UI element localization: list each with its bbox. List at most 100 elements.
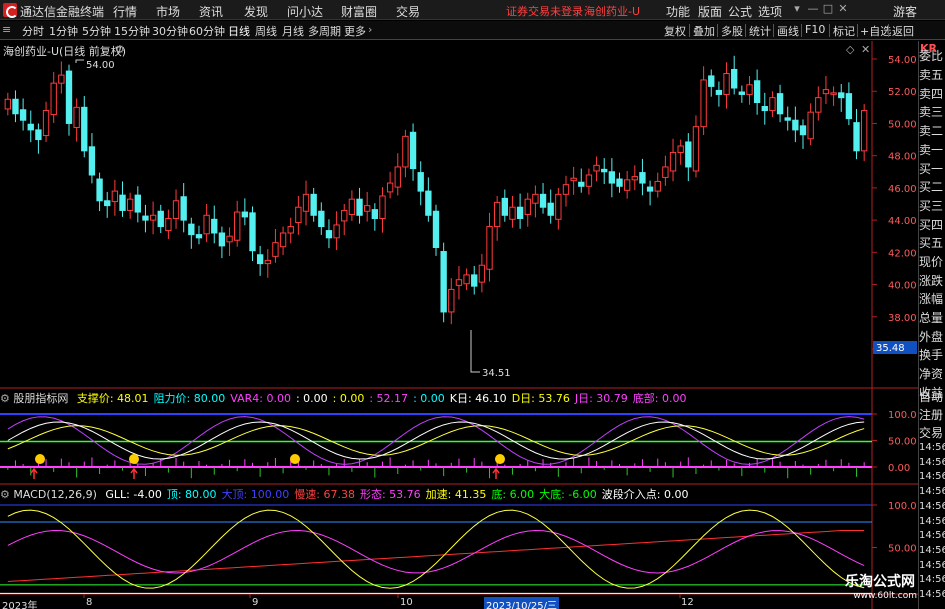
add-favorite-button[interactable]: +自选 <box>860 23 891 39</box>
menu-layout[interactable]: 版面 <box>698 3 722 20</box>
indicator2-value: 形态: 53.76 <box>359 488 421 501</box>
side-action-label[interactable]: 自动 <box>919 388 943 405</box>
menu-toggle-icon[interactable]: ≡ <box>2 23 11 36</box>
close-panel-icon[interactable]: ✕ <box>861 43 870 56</box>
up-candle <box>723 73 730 95</box>
minimize-icon[interactable]: — <box>806 2 820 16</box>
tab-daily[interactable]: 日线 <box>228 23 250 39</box>
down-candle <box>157 210 164 228</box>
indicator1-settings-icon[interactable]: ⚙ <box>0 392 13 405</box>
menu-function[interactable]: 功能 <box>666 3 690 20</box>
down-candle <box>501 197 508 216</box>
tab-monthly[interactable]: 月线 <box>282 23 304 39</box>
buy-arrow-icon <box>492 467 500 479</box>
menu-formula[interactable]: 公式 <box>728 3 752 20</box>
watermark-title: 乐淘公式网 <box>845 574 915 590</box>
close-icon[interactable]: ✕ <box>836 2 850 16</box>
indicator1-value: D日: 53.76 <box>511 392 570 405</box>
indicator2-value: 大顶: 100.00 <box>221 488 290 501</box>
side-action-label[interactable]: 注册 <box>919 406 943 423</box>
down-candle <box>96 178 103 202</box>
indicator2-tick-label: 100.0 <box>888 501 917 512</box>
tab-weekly[interactable]: 周线 <box>255 23 277 39</box>
back-button[interactable]: 返回 <box>892 23 914 39</box>
menu-options[interactable]: 选项 <box>758 3 782 20</box>
indicator1-value: : 0.00 <box>295 392 328 405</box>
tab-15min[interactable]: 15分钟 <box>114 23 150 39</box>
toolbar-divider <box>689 24 690 37</box>
price-tick-label: 50.00 <box>888 119 917 130</box>
restore-rights-button[interactable]: 复权 <box>664 23 686 39</box>
quote-field-label: 卖四 <box>919 87 944 101</box>
tick-time-label: 14:56 <box>919 515 945 527</box>
title-settings-icon[interactable]: ⚙ <box>115 43 125 56</box>
down-candle <box>578 181 585 187</box>
quote-field-label: 买三 <box>919 199 944 213</box>
up-candle <box>287 226 294 234</box>
skin-icon[interactable]: ▾ <box>790 2 804 16</box>
chart-area[interactable]: 54.00 52.00 50.00 48.00 46.00 44.00 42.00 40.00… <box>0 41 918 609</box>
quote-field-label: 总量 <box>919 311 944 325</box>
draw-line-button[interactable]: 画线 <box>777 23 799 39</box>
menu-quotes[interactable]: 行情 <box>113 3 137 20</box>
tab-60min[interactable]: 60分钟 <box>189 23 225 39</box>
up-candle <box>769 97 776 112</box>
up-candle <box>692 126 700 172</box>
up-candle <box>654 180 661 192</box>
tab-timeshare[interactable]: 分时 <box>22 23 44 39</box>
down-candle <box>608 171 616 184</box>
f10-button[interactable]: F10 <box>805 23 825 36</box>
toolbar-divider <box>857 24 858 37</box>
price-tick-label: 46.00 <box>888 184 917 195</box>
overlay-button[interactable]: 叠加 <box>693 23 715 39</box>
chevron-right-icon[interactable]: › <box>368 23 372 36</box>
stats-button[interactable]: 统计 <box>749 23 771 39</box>
menu-wealth[interactable]: 财富圈 <box>341 3 377 20</box>
menu-news[interactable]: 资讯 <box>199 3 223 20</box>
diamond-icon[interactable]: ◇ <box>846 43 854 56</box>
up-candle <box>746 84 753 95</box>
guest-label[interactable]: 游客 <box>893 3 917 20</box>
down-candle <box>104 200 111 207</box>
indicator1-value: J日: 30.79 <box>574 392 628 405</box>
tab-more[interactable]: 更多 <box>344 23 366 39</box>
up-candle <box>570 177 577 182</box>
toolbar-divider <box>745 24 746 37</box>
indicator2-value: 加速: 41.35 <box>425 488 487 501</box>
tick-time-label: 14:56 <box>919 530 945 542</box>
menu-trade[interactable]: 交易 <box>396 3 420 20</box>
up-candle <box>165 218 172 232</box>
down-candle <box>685 141 692 168</box>
maximize-icon[interactable]: □ <box>821 2 835 16</box>
up-candle <box>295 206 302 224</box>
down-candle <box>142 215 149 221</box>
menu-ask[interactable]: 问小达 <box>287 3 323 20</box>
login-notice[interactable]: 证券交易未登录 <box>506 3 583 19</box>
up-candle <box>341 209 348 222</box>
down-candle <box>616 178 623 187</box>
indicator2-value: 波段介入点: 0.00 <box>601 488 689 501</box>
cursor-date-label: 2023/10/25/三 <box>484 597 560 609</box>
quote-field-label: 买五 <box>919 236 944 250</box>
menu-discover[interactable]: 发现 <box>244 3 268 20</box>
indicator2-settings-icon[interactable]: ⚙ <box>0 488 13 501</box>
down-candle <box>547 202 554 216</box>
indicator2-name[interactable]: MACD(12,26,9) <box>13 488 97 501</box>
down-candle <box>81 106 88 152</box>
down-candle <box>516 206 524 220</box>
side-action-label[interactable]: 交易 <box>919 424 943 441</box>
menu-bar: 通达信金融终端 行情 市场 资讯 发现 问小达 财富圈 交易 证券交易未登录 海… <box>0 0 945 20</box>
tab-multi-period[interactable]: 多周期 <box>308 23 341 39</box>
price-tick-label: 40.00 <box>888 281 917 292</box>
indicator1-tick-label: 100.0 <box>888 410 917 421</box>
tab-5min[interactable]: 5分钟 <box>82 23 111 39</box>
price-tick-label: 48.00 <box>888 152 917 163</box>
indicator1-name[interactable]: 股朋指标网 <box>13 392 68 405</box>
tab-30min[interactable]: 30分钟 <box>152 23 188 39</box>
tab-1min[interactable]: 1分钟 <box>49 23 78 39</box>
quote-field-label: 卖三 <box>919 105 944 119</box>
mark-button[interactable]: 标记 <box>833 23 855 39</box>
multi-stock-button[interactable]: 多股 <box>721 23 743 39</box>
menu-market[interactable]: 市场 <box>156 3 180 20</box>
stock-tag[interactable]: 海创药业-U <box>584 3 640 19</box>
